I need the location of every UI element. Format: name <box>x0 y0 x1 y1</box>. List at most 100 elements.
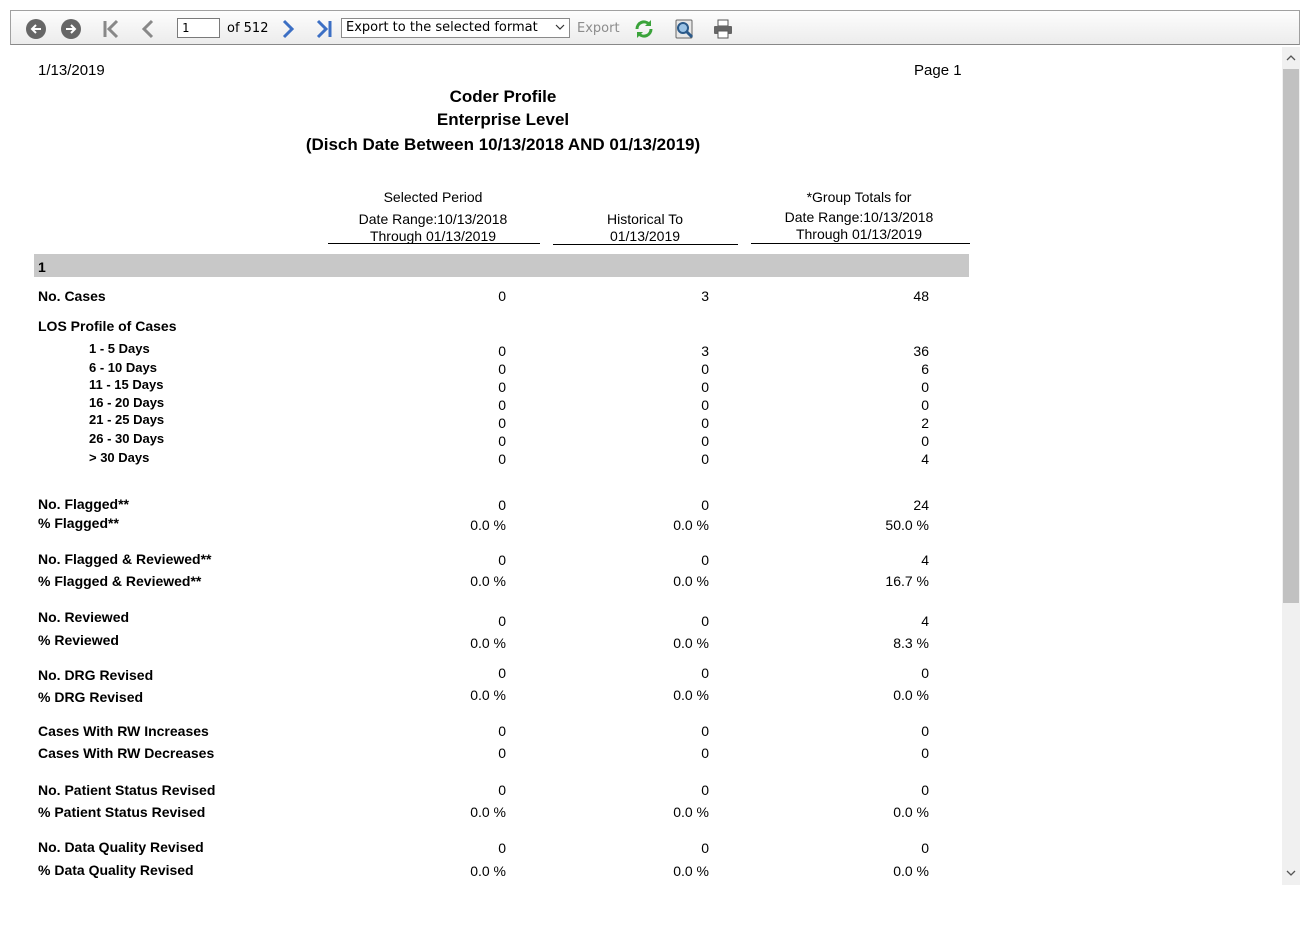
row-label: 6 - 10 Days <box>89 360 157 375</box>
row-label: No. Data Quality Revised <box>38 839 204 855</box>
historical-value: 0.0 % <box>673 517 709 533</box>
historical-value: 0.0 % <box>673 687 709 703</box>
historical-value: 0 <box>701 745 709 761</box>
selected-period-value: 0 <box>498 433 506 449</box>
group-total-value: 4 <box>921 451 929 467</box>
divider <box>751 243 970 244</box>
historical-value: 3 <box>701 288 709 304</box>
forward-icon[interactable] <box>60 11 82 46</box>
row-label: 21 - 25 Days <box>89 412 165 427</box>
group-total-value: 4 <box>921 613 929 629</box>
report-date: 1/13/2019 <box>38 62 105 79</box>
vertical-scrollbar[interactable] <box>1282 47 1300 885</box>
first-page-icon[interactable] <box>99 11 123 46</box>
col-group-totals-header: *Group Totals for Date Range:10/13/2018 … <box>784 189 934 242</box>
selected-period-value: 0 <box>498 497 506 513</box>
report-viewer: 1/13/2019 Page 1 Coder Profile Enterpris… <box>0 47 1282 885</box>
group-total-value: 0 <box>921 397 929 413</box>
divider <box>328 243 540 244</box>
row-label: 1 - 5 Days <box>89 341 150 356</box>
selected-period-value: 0.0 % <box>470 687 506 703</box>
group-total-value: 36 <box>913 343 929 359</box>
historical-value: 0 <box>701 665 709 681</box>
page-count: of 512 <box>227 21 269 36</box>
row-label: > 30 Days <box>89 450 150 465</box>
historical-value: 0 <box>701 361 709 377</box>
last-page-icon[interactable] <box>312 11 336 46</box>
group-total-value: 8.3 % <box>893 635 929 651</box>
previous-page-icon[interactable] <box>137 11 159 46</box>
chevron-down-icon <box>555 24 565 30</box>
refresh-icon[interactable] <box>631 11 657 46</box>
selected-period-value: 0 <box>498 665 506 681</box>
group-total-value: 16.7 % <box>885 573 929 589</box>
historical-value: 0.0 % <box>673 804 709 820</box>
export-format-select[interactable]: Export to the selected format <box>341 18 570 38</box>
find-icon[interactable] <box>671 11 697 46</box>
historical-value: 3 <box>701 343 709 359</box>
col-selected-period-header: Selected Period Date Range:10/13/2018 Th… <box>358 189 508 244</box>
divider <box>553 244 738 245</box>
selected-period-value: 0.0 % <box>470 573 506 589</box>
group-total-value: 0 <box>921 723 929 739</box>
scroll-down-icon[interactable] <box>1282 865 1300 881</box>
selected-period-value: 0 <box>498 288 506 304</box>
group-total-value: 0.0 % <box>893 804 929 820</box>
row-label: 11 - 15 Days <box>89 377 164 392</box>
selected-period-value: 0 <box>498 552 506 568</box>
historical-value: 0 <box>701 613 709 629</box>
historical-value: 0 <box>701 782 709 798</box>
group-total-value: 48 <box>913 288 929 304</box>
group-total-value: 0 <box>921 665 929 681</box>
historical-value: 0 <box>701 723 709 739</box>
row-label: No. Patient Status Revised <box>38 782 216 798</box>
group-header: 1 <box>34 254 969 277</box>
selected-period-value: 0.0 % <box>470 863 506 879</box>
col-historical-header: Historical To 01/13/2019 <box>607 211 683 244</box>
historical-value: 0 <box>701 840 709 856</box>
selected-period-value: 0 <box>498 379 506 395</box>
row-label: % Patient Status Revised <box>38 804 206 820</box>
page-number-input[interactable] <box>177 18 220 38</box>
row-label: Cases With RW Decreases <box>38 745 215 761</box>
export-link[interactable]: Export <box>577 11 620 46</box>
row-label: % DRG Revised <box>38 689 144 705</box>
group-total-value: 0 <box>921 782 929 798</box>
historical-value: 0.0 % <box>673 573 709 589</box>
row-label: 26 - 30 Days <box>89 431 165 446</box>
row-label: % Data Quality Revised <box>38 862 194 878</box>
historical-value: 0 <box>701 415 709 431</box>
row-label: % Flagged** <box>38 515 119 531</box>
scrollbar-thumb[interactable] <box>1283 69 1299 603</box>
print-icon[interactable] <box>710 11 736 46</box>
row-label: No. Reviewed <box>38 609 130 625</box>
selected-period-value: 0 <box>498 745 506 761</box>
group-total-value: 0 <box>921 745 929 761</box>
group-total-value: 2 <box>921 415 929 431</box>
selected-period-value: 0 <box>498 343 506 359</box>
historical-value: 0.0 % <box>673 863 709 879</box>
scroll-up-icon[interactable] <box>1282 50 1300 66</box>
back-icon[interactable] <box>25 11 47 46</box>
group-total-value: 0.0 % <box>893 687 929 703</box>
historical-value: 0 <box>701 451 709 467</box>
historical-value: 0.0 % <box>673 635 709 651</box>
historical-value: 0 <box>701 379 709 395</box>
selected-period-value: 0.0 % <box>470 517 506 533</box>
selected-period-value: 0 <box>498 397 506 413</box>
historical-value: 0 <box>701 433 709 449</box>
group-total-value: 6 <box>921 361 929 377</box>
page-label: Page 1 <box>914 62 962 79</box>
selected-period-value: 0 <box>498 361 506 377</box>
historical-value: 0 <box>701 552 709 568</box>
selected-period-value: 0.0 % <box>470 635 506 651</box>
row-label: 16 - 20 Days <box>89 395 165 410</box>
group-total-value: 4 <box>921 552 929 568</box>
row-label: No. Flagged** <box>38 496 130 512</box>
group-total-value: 0 <box>921 433 929 449</box>
row-label: % Reviewed <box>38 632 119 648</box>
next-page-icon[interactable] <box>277 11 299 46</box>
row-label: No. Cases <box>38 288 106 304</box>
report-date-range: (Disch Date Between 10/13/2018 AND 01/13… <box>305 135 701 154</box>
row-label: Cases With RW Increases <box>38 723 209 739</box>
